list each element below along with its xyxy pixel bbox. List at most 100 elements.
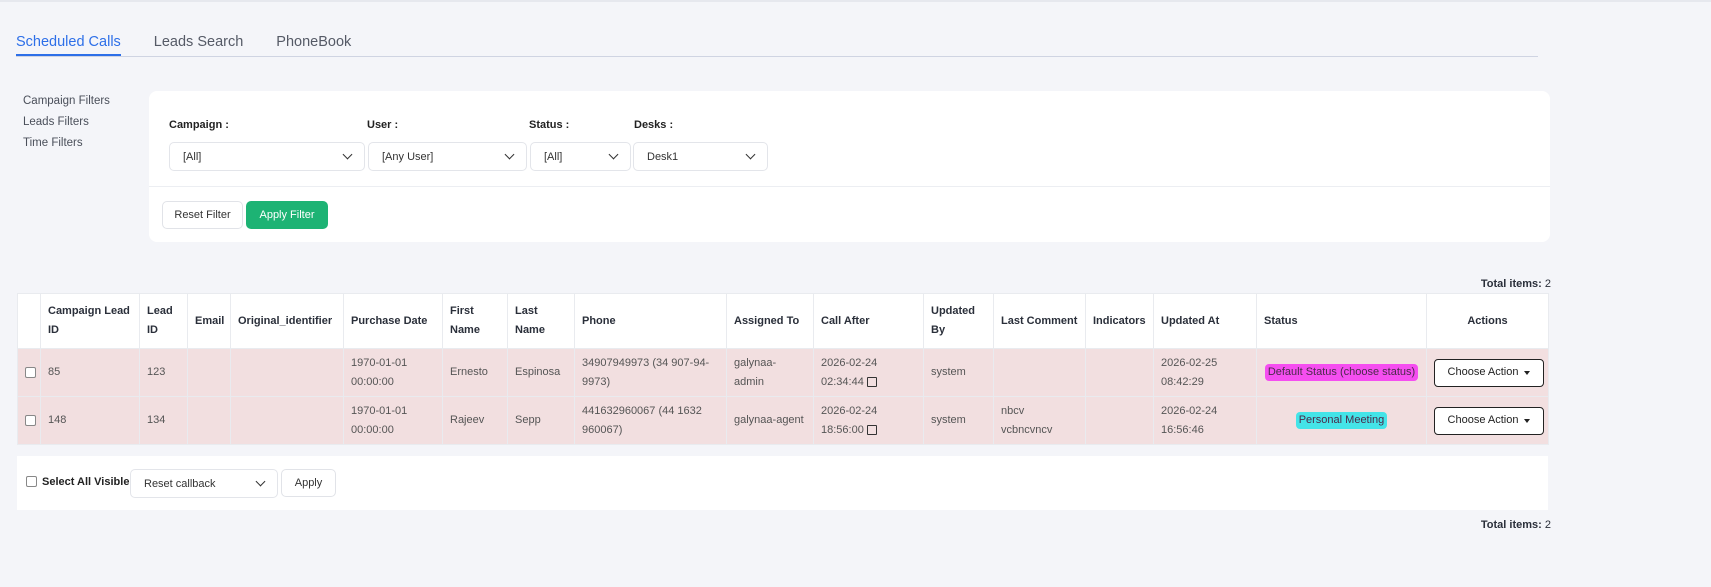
campaign-value: [All] — [183, 150, 202, 163]
bulk-action-value: Reset callback — [144, 477, 216, 490]
edit-icon[interactable] — [866, 424, 877, 435]
cell-phone: 34907949973 (34 907-94-9973) — [574, 348, 727, 397]
bulk-action-select[interactable]: Reset callback — [130, 469, 278, 498]
cell-actions: Choose Action — [1426, 396, 1549, 445]
cell-lead-id: 134 — [139, 396, 188, 445]
cell-email — [187, 348, 231, 397]
header-checkbox-cell — [17, 293, 41, 349]
divider — [149, 186, 1550, 187]
user-select[interactable]: [Any User] — [368, 142, 527, 171]
column-header: Lead ID — [139, 293, 188, 349]
cell-call-after: 2026-02-24 18:56:00 — [813, 396, 924, 445]
cell-updated-by: system — [923, 348, 994, 397]
caret-down-icon — [1524, 370, 1531, 375]
column-header: Assigned To — [726, 293, 814, 349]
column-header: Last Comment — [993, 293, 1086, 349]
bulk-apply-button[interactable]: Apply — [281, 469, 336, 497]
cell-purchase-date: 1970-01-01 00:00:00 — [343, 348, 443, 397]
cell-last-name: Sepp — [507, 396, 575, 445]
chevron-down-icon — [342, 149, 353, 160]
tab-phonebook[interactable]: PhoneBook — [276, 34, 351, 56]
leads-filters-link[interactable]: Leads Filters — [23, 116, 110, 128]
cell-updated-at: 2026-02-24 16:56:46 — [1153, 396, 1257, 445]
reset-filter-button[interactable]: Reset Filter — [162, 201, 243, 229]
chevron-down-icon — [255, 476, 266, 487]
caret-down-icon — [1524, 418, 1531, 423]
status-label: Status : — [529, 119, 570, 131]
cell-phone: 441632960067 (44 1632 960067) — [574, 396, 727, 445]
tab-scheduled-calls[interactable]: Scheduled Calls — [16, 34, 121, 56]
desks-value: Desk1 — [647, 150, 679, 163]
cell-last-name: Espinosa — [507, 348, 575, 397]
cell-status: Personal Meeting — [1256, 396, 1427, 445]
filter-card: Campaign : User : Status : Desks : [All]… — [149, 91, 1550, 242]
cell-campaign-lead-id: 148 — [40, 396, 140, 445]
column-header: Updated At — [1153, 293, 1257, 349]
column-header: Status — [1256, 293, 1427, 349]
total-label: Total items: — [1480, 519, 1542, 531]
row-checkbox-cell — [17, 396, 41, 445]
desks-select[interactable]: Desk1 — [633, 142, 768, 171]
campaign-select[interactable]: [All] — [169, 142, 365, 171]
cell-call-after: 2026-02-24 02:34:44 — [813, 348, 924, 397]
row-checkbox-cell — [17, 348, 41, 397]
cell-lead-id: 123 — [139, 348, 188, 397]
status-value: [All] — [544, 150, 563, 163]
cell-first-name: Rajeev — [442, 396, 508, 445]
choose-action-label: Choose Action — [1447, 366, 1519, 378]
status-select[interactable]: [All] — [530, 142, 631, 171]
cell-campaign-lead-id: 85 — [40, 348, 140, 397]
column-header: Updated By — [923, 293, 994, 349]
column-header: Phone — [574, 293, 727, 349]
total-value: 2 — [1544, 278, 1551, 290]
status-badge[interactable]: Personal Meeting — [1295, 412, 1388, 429]
total-value: 2 — [1544, 519, 1551, 531]
column-header: Call After — [813, 293, 924, 349]
table-header-row: Campaign Lead ID Lead ID Email Original_ide… — [17, 293, 1549, 349]
choose-action-label: Choose Action — [1447, 414, 1519, 426]
column-header: Last Name — [507, 293, 575, 349]
cell-status: Default Status (choose status) — [1256, 348, 1427, 397]
campaign-filters-link[interactable]: Campaign Filters — [23, 95, 110, 107]
table-row: 85 123 1970-01-01 00:00:00 Ernesto Espinosa 3… — [17, 348, 1549, 397]
column-header: Indicators — [1085, 293, 1154, 349]
cell-original-identifier — [230, 396, 344, 445]
cell-assigned-to: galynaa-admin — [726, 348, 814, 397]
status-badge[interactable]: Default Status (choose status) — [1264, 364, 1419, 381]
row-checkbox[interactable] — [25, 414, 36, 426]
campaign-label: Campaign : — [169, 119, 229, 131]
select-all-checkbox[interactable] — [26, 476, 37, 487]
chevron-down-icon — [745, 149, 756, 160]
cell-email — [187, 396, 231, 445]
chevron-down-icon — [608, 149, 619, 160]
select-all-label: Select All Visible — [42, 476, 130, 488]
top-border — [0, 0, 1711, 2]
column-header: First Name — [442, 293, 508, 349]
cell-original-identifier — [230, 348, 344, 397]
filter-sections: Campaign Filters Leads Filters Time Filt… — [23, 95, 110, 149]
cell-purchase-date: 1970-01-01 00:00:00 — [343, 396, 443, 445]
cell-last-comment — [993, 348, 1086, 397]
cell-actions: Choose Action — [1426, 348, 1549, 397]
column-header: Email — [187, 293, 231, 349]
scheduled-calls-table: Campaign Lead ID Lead ID Email Original_ide… — [17, 293, 1549, 445]
time-filters-link[interactable]: Time Filters — [23, 137, 110, 149]
user-label: User : — [367, 119, 399, 131]
column-header: Original_identifier — [230, 293, 344, 349]
column-header: Actions — [1426, 293, 1549, 349]
edit-icon[interactable] — [866, 376, 877, 387]
cell-indicators — [1085, 396, 1154, 445]
apply-filter-button[interactable]: Apply Filter — [246, 201, 328, 229]
table-row: 148 134 1970-01-01 00:00:00 Rajeev Sepp 44163… — [17, 396, 1549, 445]
row-checkbox[interactable] — [25, 366, 36, 378]
tab-leads-search[interactable]: Leads Search — [154, 34, 243, 56]
tab-bar: Scheduled Calls Leads Search PhoneBook — [16, 34, 1538, 57]
cell-indicators — [1085, 348, 1154, 397]
choose-action-button[interactable]: Choose Action — [1434, 358, 1544, 387]
cell-first-name: Ernesto — [442, 348, 508, 397]
cell-updated-by: system — [923, 396, 994, 445]
desks-label: Desks : — [634, 119, 674, 131]
bulk-action-bar: Select All Visible Reset callback Apply — [17, 456, 1548, 510]
column-header: Purchase Date — [343, 293, 443, 349]
choose-action-button[interactable]: Choose Action — [1434, 406, 1544, 435]
